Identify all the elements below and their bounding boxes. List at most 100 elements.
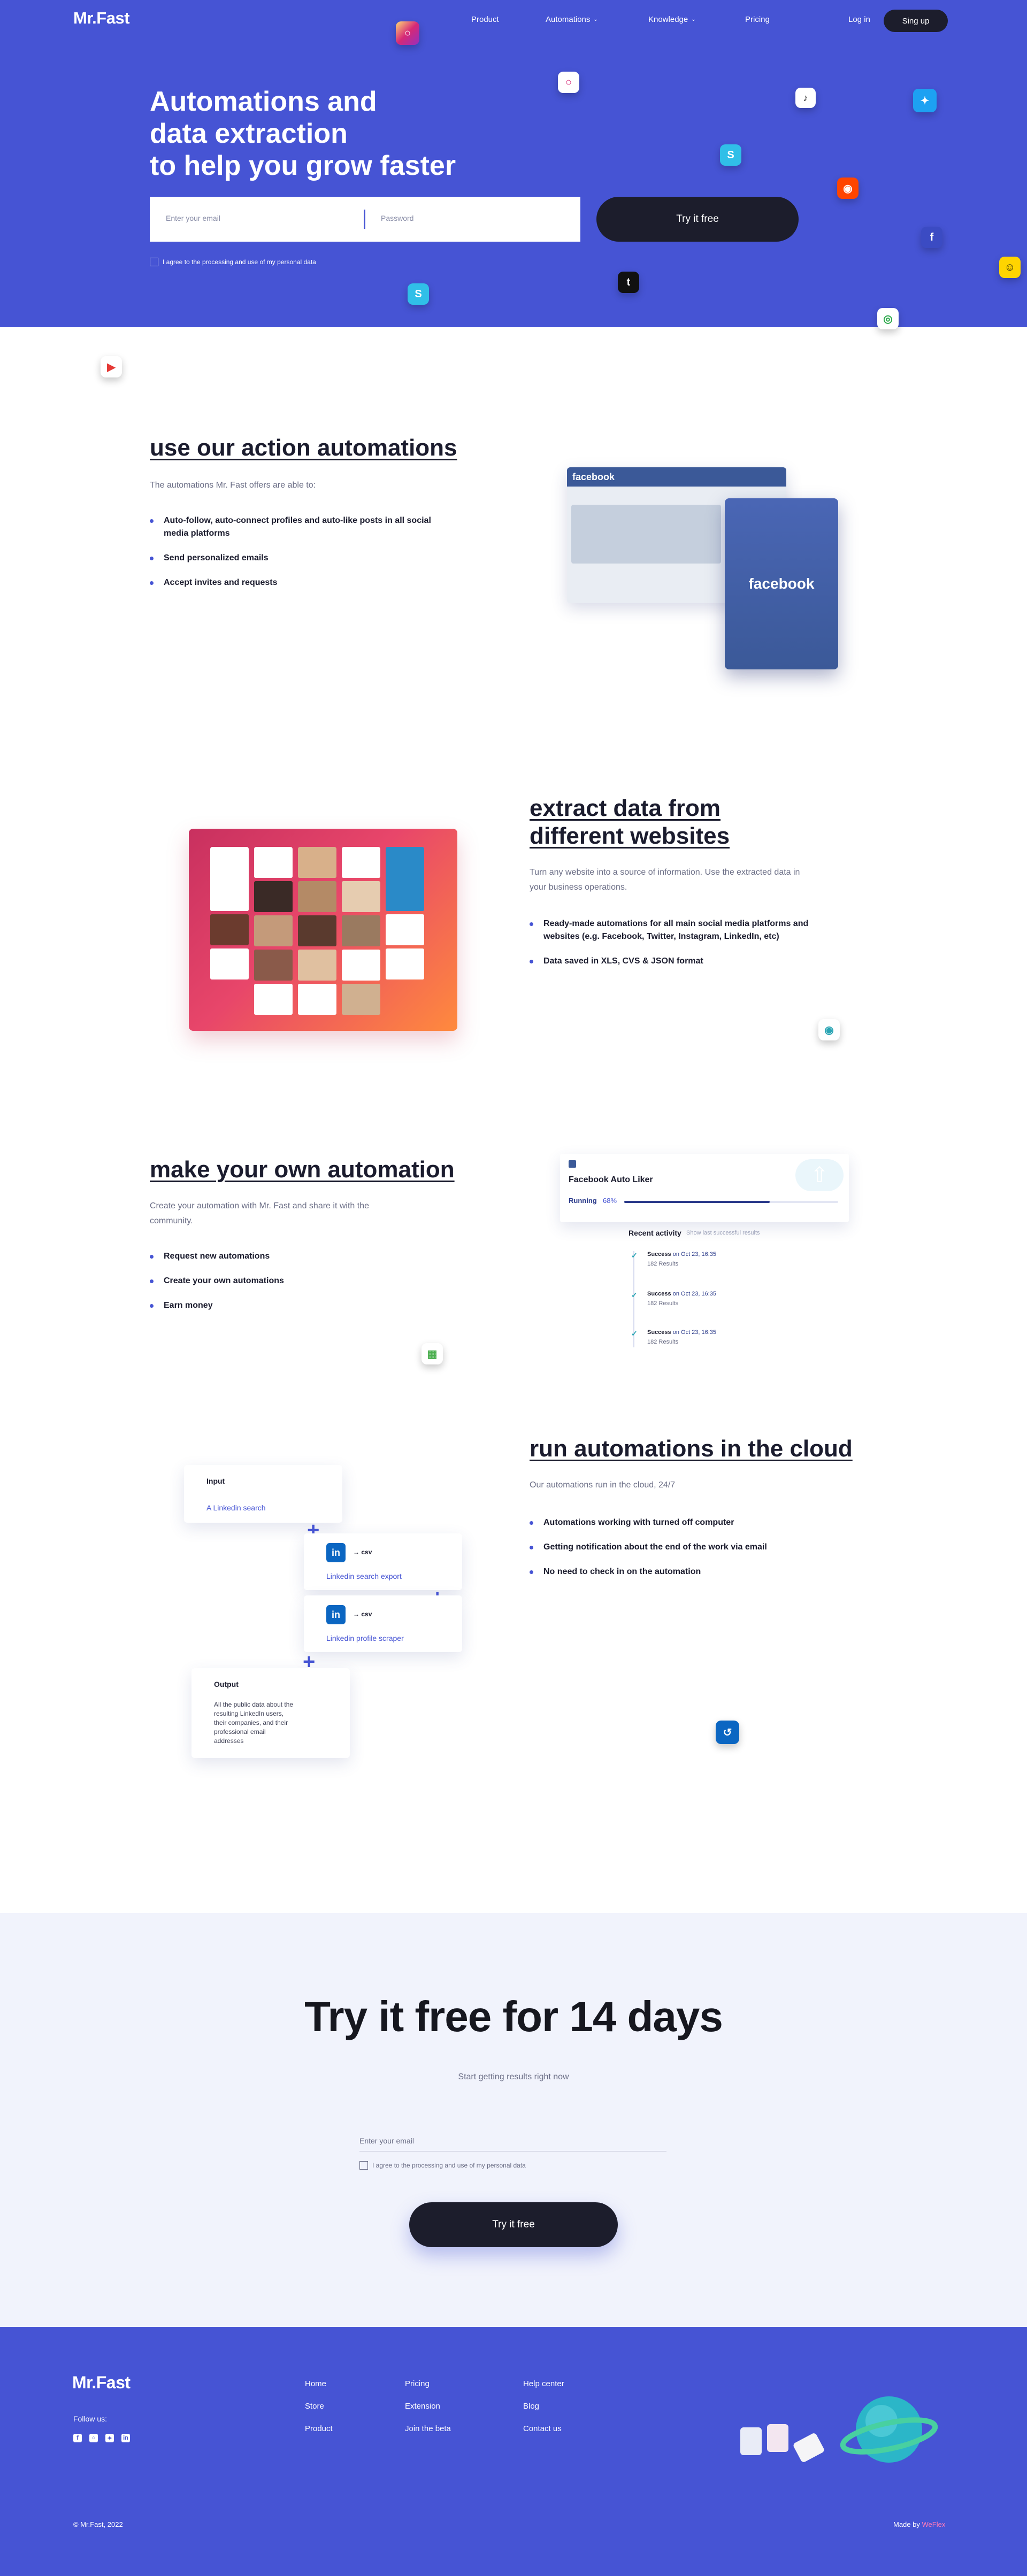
facebook-icon — [569, 1160, 576, 1168]
csv-label: → csv — [353, 1610, 372, 1618]
logo[interactable]: Mr.Fast — [73, 9, 130, 28]
nav-product[interactable]: Product — [471, 15, 499, 24]
activity-title: Recent activity — [629, 1229, 681, 1237]
list-item: No need to check in on the automation — [530, 1565, 829, 1578]
linkedin-icon[interactable]: in — [121, 2434, 130, 2442]
section-title-extract: extract data from different websites — [530, 795, 730, 850]
nav-automations[interactable]: Automations ⌄ — [546, 15, 598, 24]
nav-pricing[interactable]: Pricing — [745, 15, 770, 24]
hero-title: Automations and data extraction to help … — [150, 86, 578, 182]
facebook-icon[interactable]: f — [73, 2434, 82, 2442]
bullet-list-actions: Auto-follow, auto-connect profiles and a… — [150, 514, 439, 601]
flow-step-link[interactable]: Linkedin search export — [326, 1572, 402, 1580]
flow-output-body: All the public data about the resulting … — [214, 1701, 294, 1745]
list-item: Getting notification about the end of th… — [530, 1541, 829, 1554]
flow-step-card: in → csv Linkedin profile scraper — [304, 1595, 462, 1652]
list-item: Auto-follow, auto-connect profiles and a… — [150, 514, 439, 540]
hero-title-line: data extraction — [150, 118, 348, 149]
activity-results: 182 Results — [647, 1261, 679, 1267]
footer-link-contact[interactable]: Contact us — [523, 2424, 562, 2433]
activity-line: Success on Oct 23, 16:35 — [647, 1251, 717, 1258]
foursquare-icon: ↺ — [716, 1721, 739, 1744]
trial-email-input[interactable]: Enter your email — [359, 2133, 666, 2151]
list-item: Earn money — [150, 1299, 407, 1312]
made-by: Made by WeFlex — [893, 2520, 946, 2528]
hero-title-line: Automations and — [150, 86, 377, 117]
flow-input-title: Input — [206, 1477, 225, 1485]
try-free-button[interactable]: Try it free — [596, 197, 799, 242]
twitter-icon[interactable]: ✦ — [105, 2434, 114, 2442]
activity-line: Success on Oct 23, 16:35 — [647, 1329, 717, 1336]
automation-progress-text: 68% — [603, 1197, 617, 1205]
footer-link-extension[interactable]: Extension — [405, 2402, 440, 2411]
signup-button[interactable]: Sing up — [884, 10, 948, 32]
facebook-phone-mockup: facebook — [725, 498, 838, 669]
youtube-icon: ▶ — [101, 356, 122, 377]
mockup-column — [298, 847, 336, 1018]
footer-logo[interactable]: Mr.Fast — [72, 2373, 131, 2393]
mockup-column — [254, 847, 293, 1018]
consent-row: I agree to the processing and use of my … — [150, 258, 316, 266]
trial-consent-label: I agree to the processing and use of my … — [372, 2162, 526, 2169]
skype-icon: S — [408, 283, 429, 305]
trial-try-button[interactable]: Try it free — [409, 2202, 618, 2247]
footer-link-product[interactable]: Product — [305, 2424, 333, 2433]
facebook-logo: facebook — [748, 575, 815, 592]
login-link[interactable]: Log in — [848, 15, 870, 24]
flow-step-link[interactable]: Linkedin profile scraper — [326, 1634, 404, 1642]
check-icon: ✓ — [631, 1329, 638, 1338]
twitter-icon: ✦ — [913, 89, 937, 112]
list-item: Ready-made automations for all main soci… — [530, 917, 829, 943]
mockup-column — [210, 847, 249, 983]
reddit-icon: ◉ — [837, 178, 859, 199]
hero-title-line: to help you grow faster — [150, 150, 456, 181]
follow-label: Follow us: — [73, 2415, 108, 2423]
document-icon — [792, 2432, 825, 2463]
chevron-down-icon: ⌄ — [691, 17, 696, 22]
list-item: Automations working with turned off comp… — [530, 1516, 829, 1529]
consent-label: I agree to the processing and use of my … — [163, 258, 316, 266]
section-title-line: extract data from — [530, 795, 721, 821]
tripadvisor-icon: ◎ — [877, 308, 899, 329]
linkedin-icon: in — [326, 1605, 346, 1624]
list-item: Request new automations — [150, 1250, 407, 1263]
made-by-link[interactable]: WeFlex — [922, 2520, 946, 2528]
video-icon — [767, 2424, 788, 2452]
instagram-icon: ○ — [396, 21, 419, 45]
section-title-own: make your own automation — [150, 1156, 455, 1183]
footer-link-help[interactable]: Help center — [523, 2379, 564, 2388]
foursquare-icon: ◉ — [818, 1019, 840, 1040]
footer-link-store[interactable]: Store — [305, 2402, 324, 2411]
flow-input-link[interactable]: A Linkedin search — [206, 1503, 266, 1512]
trial-consent-row: I agree to the processing and use of my … — [359, 2161, 526, 2170]
list-item: Send personalized emails — [150, 552, 439, 565]
section-title-actions: use our action automations — [150, 435, 457, 461]
activity-subtitle[interactable]: Show last successful results — [686, 1230, 760, 1236]
nav-knowledge[interactable]: Knowledge ⌄ — [648, 15, 696, 24]
chevron-down-icon: ⌄ — [593, 17, 598, 22]
trial-email-placeholder: Enter your email — [359, 2137, 414, 2145]
consent-checkbox[interactable] — [150, 258, 158, 266]
activity-results: 182 Results — [647, 1339, 679, 1345]
flow-output-title: Output — [214, 1680, 239, 1688]
instagram-icon[interactable]: ○ — [89, 2434, 98, 2442]
footer-link-beta[interactable]: Join the beta — [405, 2424, 451, 2433]
image-icon — [740, 2427, 762, 2455]
email-input[interactable]: Enter your email — [166, 214, 220, 222]
cloud-upload-icon: ⇧ — [795, 1159, 844, 1191]
trial-subtitle: Start getting results right now — [458, 2072, 569, 2081]
trial-consent-checkbox[interactable] — [359, 2161, 368, 2170]
footer-link-pricing[interactable]: Pricing — [405, 2379, 430, 2388]
footer-link-home[interactable]: Home — [305, 2379, 326, 2388]
trial-title: Try it free for 14 days — [304, 1993, 723, 2040]
password-input[interactable]: Password — [381, 214, 413, 222]
footer-link-blog[interactable]: Blog — [523, 2402, 539, 2411]
mockup-column — [386, 847, 424, 983]
list-item: Create your own automations — [150, 1275, 407, 1287]
flow-input-card: Input A Linkedin search — [184, 1465, 342, 1523]
section-title-cloud: run automations in the cloud — [530, 1436, 853, 1462]
hero-section: Mr.Fast Product Automations ⌄ Knowledge ⌄ … — [0, 0, 1027, 327]
field-divider — [364, 210, 365, 229]
section-desc-cloud: Our automations run in the cloud, 24/7 — [530, 1480, 676, 1490]
section-desc-actions: The automations Mr. Fast offers are able… — [150, 481, 316, 490]
